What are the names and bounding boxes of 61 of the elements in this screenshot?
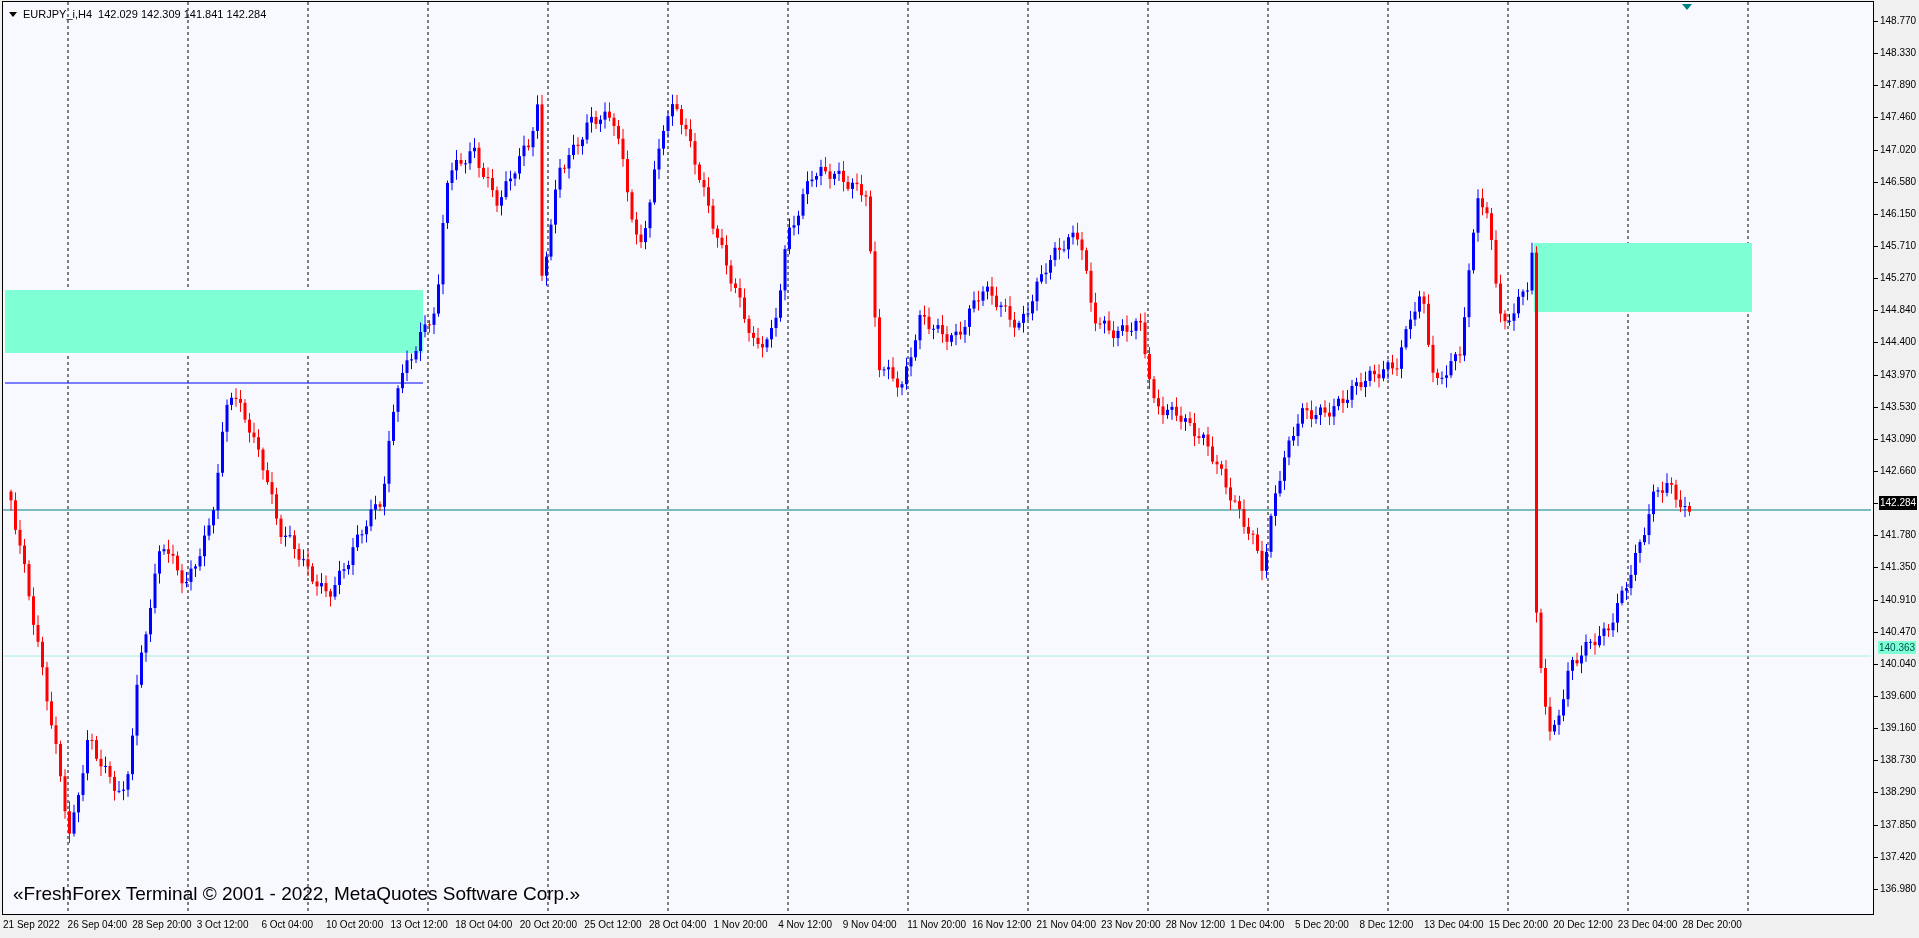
price-label: 140.910 <box>1880 592 1917 607</box>
price-label: 147.460 <box>1880 110 1917 125</box>
price-label: 145.710 <box>1880 239 1917 253</box>
price-label: 145.270 <box>1880 271 1917 286</box>
price-label: 141.780 <box>1880 528 1917 543</box>
shift-marker-icon <box>1682 4 1692 10</box>
price-label: 138.730 <box>1880 753 1917 768</box>
time-label: 10 Oct 20:00 <box>325 918 385 932</box>
collapse-icon[interactable] <box>9 11 17 17</box>
copyright-text: «FreshForex Terminal © 2001 - 2022, MetaQuotes Software Corp.» <box>13 882 581 906</box>
time-label: 13 Dec 04:00 <box>1424 918 1485 932</box>
time-label: 4 Nov 12:00 <box>778 918 834 932</box>
price-label: 139.160 <box>1880 721 1917 736</box>
time-label: 6 Oct 04:00 <box>261 918 315 932</box>
time-label: 18 Oct 04:00 <box>455 918 514 932</box>
price-label: 144.400 <box>1880 335 1917 350</box>
time-label: 1 Nov 20:00 <box>713 918 769 932</box>
time-label: 21 Nov 04:00 <box>1036 918 1097 932</box>
time-label: 11 Nov 20:00 <box>907 918 968 932</box>
time-label: 23 Nov 20:00 <box>1101 918 1162 932</box>
price-label: 141.350 <box>1880 560 1917 575</box>
time-label: 8 Dec 12:00 <box>1359 918 1415 932</box>
price-label: 137.420 <box>1880 849 1917 864</box>
price-label: 147.890 <box>1880 78 1917 93</box>
price-label: 143.090 <box>1880 431 1917 446</box>
price-label: 137.850 <box>1880 817 1917 832</box>
time-label: 1 Dec 04:00 <box>1230 918 1286 932</box>
time-label: 28 Dec 20:00 <box>1682 918 1743 932</box>
price-label: 142.660 <box>1880 463 1917 478</box>
time-label: 28 Sep 20:00 <box>132 918 193 932</box>
time-label: 3 Oct 12:00 <box>196 918 250 932</box>
price-label: 148.770 <box>1880 14 1917 28</box>
time-label: 16 Nov 12:00 <box>971 918 1033 932</box>
price-label: 140.040 <box>1880 656 1917 671</box>
symbol-label: EURJPY_i,H4 <box>23 7 93 22</box>
time-label: 5 Dec 20:00 <box>1294 918 1350 932</box>
time-label: 20 Dec 12:00 <box>1553 918 1614 932</box>
price-label: 139.600 <box>1880 688 1917 703</box>
price-tag: 142.284 <box>1879 496 1918 511</box>
price-label: 140.470 <box>1880 624 1917 639</box>
time-label: 21 Sep 2022 <box>3 918 61 932</box>
price-label: 144.840 <box>1880 303 1917 318</box>
price-label: 147.020 <box>1880 142 1917 157</box>
time-label: 28 Oct 04:00 <box>648 918 708 932</box>
time-label: 28 Nov 12:00 <box>1165 918 1227 932</box>
price-label: 148.330 <box>1880 46 1917 61</box>
price-tag: 140.363 <box>1878 641 1917 654</box>
time-label: 15 Dec 20:00 <box>1488 918 1550 932</box>
time-label: 20 Oct 20:00 <box>519 918 578 932</box>
time-label: 26 Sep 04:00 <box>67 918 129 932</box>
price-label: 143.970 <box>1880 367 1917 382</box>
time-label: 25 Oct 12:00 <box>584 918 643 932</box>
price-label: 146.580 <box>1880 174 1917 189</box>
price-label: 146.150 <box>1880 206 1917 221</box>
time-label: 13 Oct 12:00 <box>390 918 449 932</box>
time-label: 23 Dec 04:00 <box>1617 918 1679 932</box>
ohlc-values: 142.029 142.309 141.841 142.284 <box>98 7 267 22</box>
price-label: 138.290 <box>1880 785 1917 800</box>
price-label: 143.530 <box>1880 399 1917 414</box>
price-label: 136.980 <box>1880 881 1917 896</box>
time-label: 9 Nov 04:00 <box>842 918 898 932</box>
